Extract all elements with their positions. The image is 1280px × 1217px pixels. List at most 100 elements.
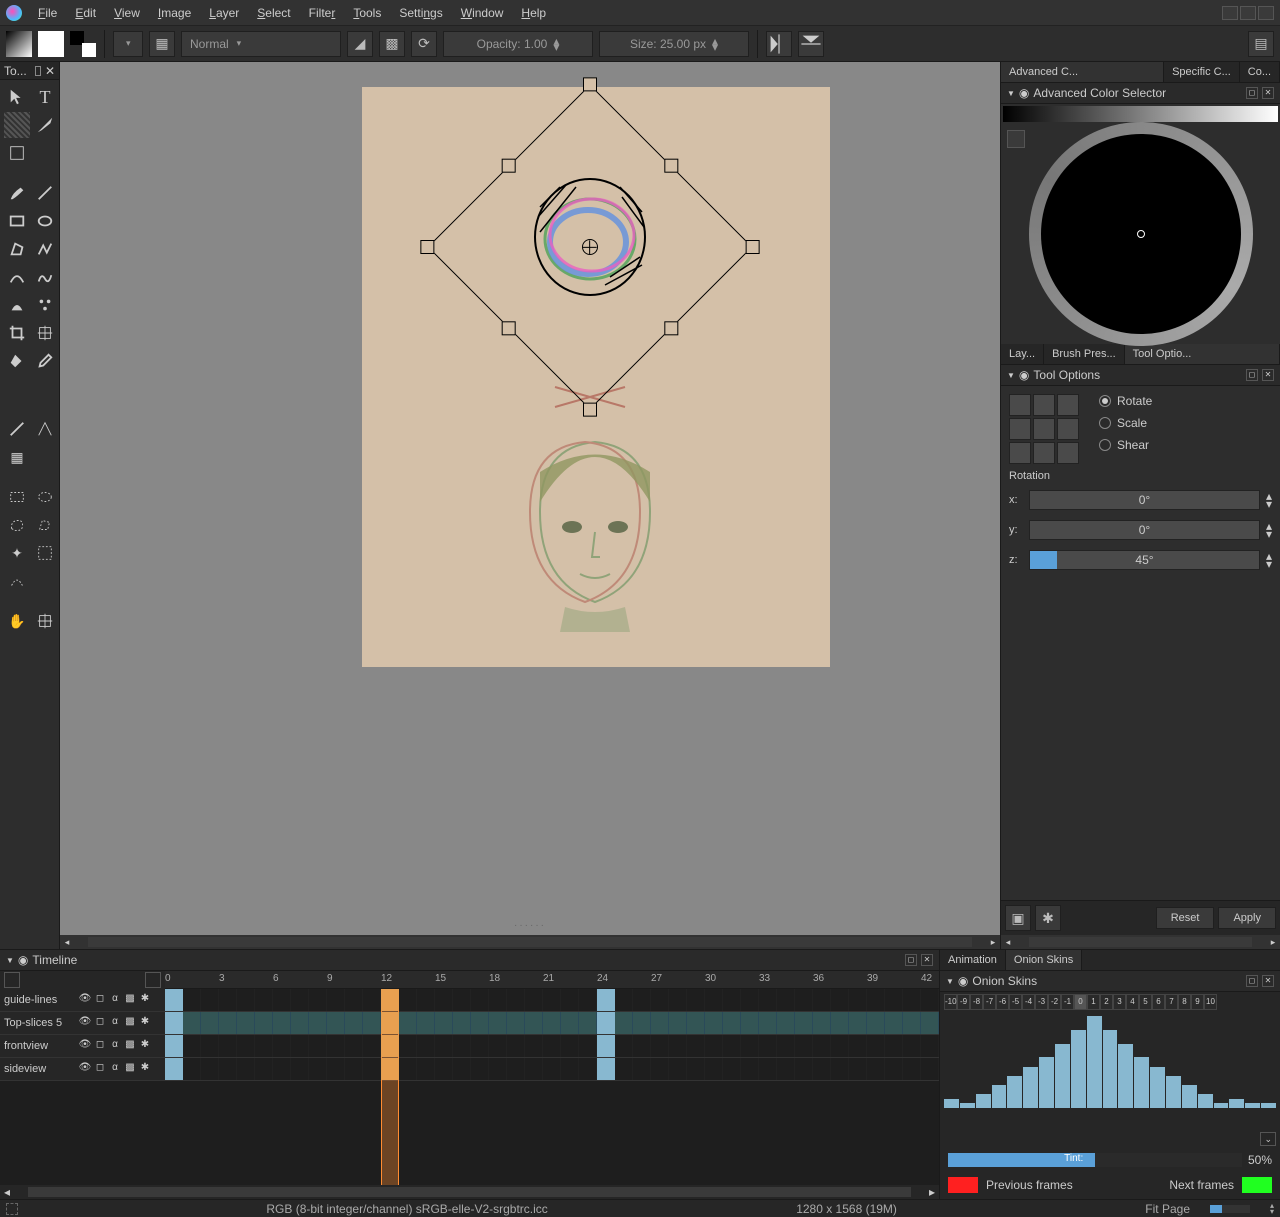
tab-specific-color[interactable]: Specific C... xyxy=(1164,62,1240,82)
poly-select-tool[interactable] xyxy=(32,512,58,538)
pan-tool[interactable]: ✋ xyxy=(4,608,30,634)
fill-tool[interactable] xyxy=(4,348,30,374)
brush-preset-dd[interactable] xyxy=(113,31,143,57)
rotation-z-field[interactable]: 45° xyxy=(1029,550,1260,570)
menu-view[interactable]: View xyxy=(106,2,148,24)
timeline-new-frame-icon[interactable] xyxy=(4,972,20,988)
eraser-mode-icon[interactable]: ◢ xyxy=(347,31,373,57)
brush-settings-icon[interactable]: ▦ xyxy=(149,31,175,57)
bezier-select-tool[interactable] xyxy=(4,568,30,594)
color-picker-tool[interactable] xyxy=(32,348,58,374)
crop-tool[interactable] xyxy=(4,320,30,346)
float-dock-icon[interactable] xyxy=(35,66,41,76)
bezier-tool[interactable] xyxy=(4,264,30,290)
maximize-icon[interactable] xyxy=(1240,6,1256,20)
text-tool[interactable]: T xyxy=(32,84,58,110)
onion-opacity-bars[interactable] xyxy=(940,1012,1280,1112)
edit-shapes-tool[interactable] xyxy=(32,112,58,138)
chevron-down-icon[interactable]: ⌄ xyxy=(1260,1132,1276,1146)
blend-mode-dd[interactable]: Normal xyxy=(181,31,341,57)
close-panel-icon[interactable]: ✕ xyxy=(1262,87,1274,99)
tab-tool-options[interactable]: Tool Optio... xyxy=(1125,344,1280,364)
menu-layer[interactable]: Layer xyxy=(201,2,247,24)
transform-pivot-icon[interactable] xyxy=(579,236,602,259)
timeline-ruler[interactable]: 03691215182124273033363942 xyxy=(165,971,939,989)
calligraphy-tool[interactable] xyxy=(4,140,30,166)
handle-br[interactable] xyxy=(583,403,597,417)
move-layer-tool[interactable] xyxy=(32,320,58,346)
polyline-tool[interactable] xyxy=(32,236,58,262)
canvas-resize-grip[interactable]: ······ xyxy=(60,920,1000,931)
close-icon[interactable] xyxy=(1258,6,1274,20)
rect-tool[interactable] xyxy=(4,208,30,234)
radio-scale[interactable]: Scale xyxy=(1099,416,1152,430)
minimize-icon[interactable] xyxy=(1222,6,1238,20)
handle-bm[interactable] xyxy=(502,321,516,335)
value-slider[interactable] xyxy=(1003,106,1278,122)
size-field[interactable]: Size: 25.00 px▴▾ xyxy=(599,31,749,57)
transform-around-icon[interactable]: ▣ xyxy=(1005,905,1031,931)
menu-window[interactable]: Window xyxy=(453,2,512,24)
float-panel-icon[interactable]: ◻ xyxy=(1246,87,1258,99)
onion-frame-range[interactable]: -10-9-8-7-6-5-4-3-2-1012345678910 xyxy=(940,992,1280,1012)
gradient-tool[interactable] xyxy=(4,376,30,402)
alpha-lock-icon[interactable]: ▩ xyxy=(379,31,405,57)
tab-compositions[interactable]: Co... xyxy=(1240,62,1280,82)
anchor-grid[interactable] xyxy=(1009,394,1079,464)
freehand-select-tool[interactable] xyxy=(4,512,30,538)
lightbulb-icon[interactable]: ✱ xyxy=(1035,905,1061,931)
canvas-viewport[interactable]: ······ ◂▸ xyxy=(60,62,1000,949)
handle-mr[interactable] xyxy=(664,321,678,335)
handle-tm[interactable] xyxy=(664,159,678,173)
handle-ml[interactable] xyxy=(502,159,516,173)
handle-tl[interactable] xyxy=(583,77,597,91)
float-panel-icon[interactable]: ◻ xyxy=(1246,369,1258,381)
freehand-path-tool[interactable] xyxy=(32,264,58,290)
right-scrollbar-h[interactable]: ◂▸ xyxy=(1001,935,1280,949)
mirror-v-icon[interactable] xyxy=(798,31,824,57)
apply-button[interactable]: Apply xyxy=(1218,907,1276,929)
menu-settings[interactable]: Settings xyxy=(391,2,450,24)
status-fit[interactable]: Fit Page xyxy=(1145,1202,1190,1216)
brush-tool[interactable] xyxy=(4,180,30,206)
radio-rotate[interactable]: Rotate xyxy=(1099,394,1152,408)
menu-edit[interactable]: Edit xyxy=(67,2,104,24)
color-wheel[interactable] xyxy=(1041,134,1241,334)
zoom-stepper[interactable]: ▴▾ xyxy=(1270,1203,1274,1215)
fg-bg-swatch[interactable] xyxy=(70,31,96,57)
close-panel-icon[interactable]: ✕ xyxy=(921,954,933,966)
dyna-tool[interactable] xyxy=(4,292,30,318)
rotation-y-field[interactable]: 0° xyxy=(1029,520,1260,540)
zoom-tool[interactable] xyxy=(32,608,58,634)
tab-brush-presets[interactable]: Brush Pres... xyxy=(1044,344,1125,364)
handle-tr[interactable] xyxy=(746,240,760,254)
contiguous-select-tool[interactable]: ✦ xyxy=(4,540,30,566)
handle-bl[interactable] xyxy=(420,240,434,254)
rect-select-tool[interactable] xyxy=(4,484,30,510)
mirror-h-icon[interactable] xyxy=(766,31,792,57)
ellipse-select-tool[interactable] xyxy=(32,484,58,510)
line-tool[interactable] xyxy=(32,180,58,206)
reference-tool[interactable]: ▦ xyxy=(4,444,30,470)
tab-animation[interactable]: Animation xyxy=(940,950,1006,970)
similar-select-tool[interactable] xyxy=(32,540,58,566)
radio-shear[interactable]: Shear xyxy=(1099,438,1152,452)
selection-mode-icon[interactable] xyxy=(6,1203,18,1215)
float-panel-icon[interactable]: ◻ xyxy=(905,954,917,966)
menu-help[interactable]: Help xyxy=(513,2,554,24)
assistant-tool[interactable] xyxy=(32,416,58,442)
timeline-row[interactable]: sideview 👁◻α▩✱ xyxy=(0,1058,939,1081)
timeline-row[interactable]: guide-lines 👁◻α▩✱ xyxy=(0,989,939,1012)
reload-brush-icon[interactable]: ⟳ xyxy=(411,31,437,57)
timeline-scrollbar[interactable]: ◂▸ xyxy=(0,1185,939,1199)
measure-tool[interactable] xyxy=(4,416,30,442)
timeline-row[interactable]: Top-slices 5 👁◻α▩✱ xyxy=(0,1012,939,1035)
multi-brush-tool[interactable] xyxy=(32,292,58,318)
gradient-swatch[interactable] xyxy=(6,31,32,57)
zoom-slider[interactable] xyxy=(1210,1205,1250,1213)
onion-tint-slider[interactable]: Tint: xyxy=(948,1153,1242,1167)
reset-button[interactable]: Reset xyxy=(1156,907,1215,929)
tab-layers[interactable]: Lay... xyxy=(1001,344,1044,364)
menu-filter[interactable]: Filter xyxy=(301,2,344,24)
menu-file[interactable]: File xyxy=(30,2,65,24)
